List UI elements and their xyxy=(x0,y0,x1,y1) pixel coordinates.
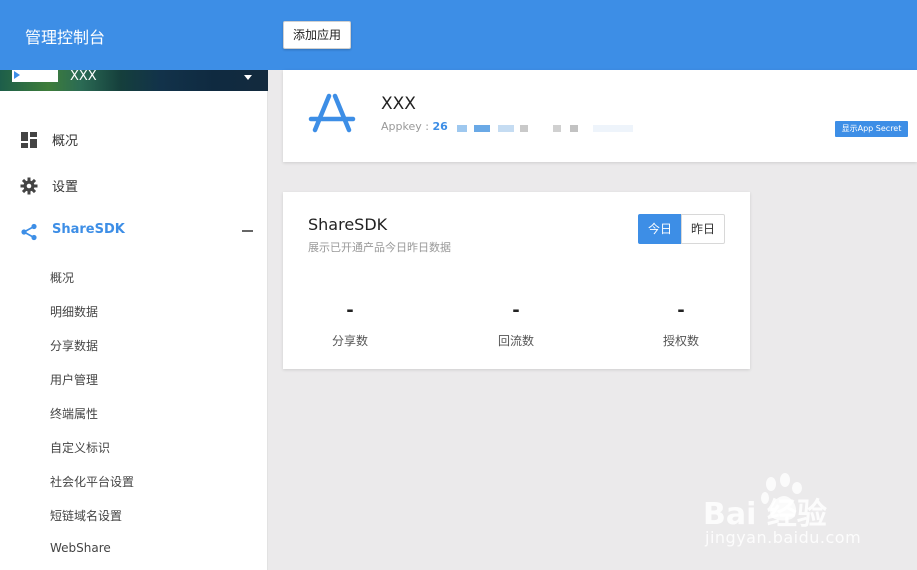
redacted-block xyxy=(498,125,514,132)
show-app-secret-button[interactable]: 显示App Secret xyxy=(835,121,908,137)
sidebar-subitem-user-management[interactable]: 用户管理 xyxy=(50,371,98,388)
sidebar-item-label: ShareSDK xyxy=(52,222,125,237)
collapse-icon[interactable] xyxy=(242,230,253,232)
user-banner[interactable]: XXX xyxy=(0,70,268,91)
sidebar-item-label: 概况 xyxy=(52,134,79,149)
redacted-block xyxy=(474,125,490,132)
auth-count-value: - xyxy=(677,300,685,321)
share-count-label: 分享数 xyxy=(331,334,368,348)
redacted-block xyxy=(457,125,467,132)
redacted-block xyxy=(553,125,561,132)
sidebar-subitem-social-platform-settings[interactable]: 社会化平台设置 xyxy=(50,473,134,490)
sidebar-subitem-webshare[interactable]: WebShare xyxy=(50,541,111,555)
backflow-count-label: 回流数 xyxy=(497,334,534,348)
sidebar-subitem-custom-tags[interactable]: 自定义标识 xyxy=(50,439,110,456)
watermark-sub: jingyan.baidu.com xyxy=(705,528,862,547)
app-store-icon xyxy=(308,93,356,133)
watermark-main: Bai 经验 xyxy=(703,497,827,532)
add-app-button[interactable]: 添加应用 xyxy=(283,21,351,49)
app-name: XXX xyxy=(381,94,416,114)
chevron-down-icon[interactable] xyxy=(244,75,252,80)
sidebar-subitem-details[interactable]: 明细数据 xyxy=(50,303,98,320)
top-bar: 管理控制台 添加应用 xyxy=(0,0,917,70)
sidebar: XXX 概况 设置 ShareSDK 概况 明细数据 分享数据 用户管理 终端属… xyxy=(0,70,268,570)
stats-subtitle: 展示已开通产品今日昨日数据 xyxy=(308,241,451,254)
sidebar-subitem-short-link-domain[interactable]: 短链域名设置 xyxy=(50,507,122,524)
sidebar-subitem-device-attributes[interactable]: 终端属性 xyxy=(50,405,98,422)
sidebar-item-settings[interactable]: 设置 xyxy=(0,170,268,200)
share-count-value: - xyxy=(346,300,354,321)
redacted-block xyxy=(593,125,633,132)
gear-icon xyxy=(20,177,38,195)
redacted-block xyxy=(570,125,578,132)
tab-yesterday[interactable]: 昨日 xyxy=(681,214,725,244)
sidebar-item-overview[interactable]: 概况 xyxy=(0,124,268,154)
share-icon xyxy=(21,223,37,241)
avatar xyxy=(12,70,58,82)
appkey-label: Appkey : 26 xyxy=(381,120,448,133)
tab-today[interactable]: 今日 xyxy=(638,214,682,244)
stats-title: ShareSDK xyxy=(308,215,388,234)
sidebar-item-label: 设置 xyxy=(52,180,79,195)
appkey-value: 26 xyxy=(432,120,448,133)
sidebar-item-sharesdk[interactable]: ShareSDK xyxy=(0,216,268,246)
dashboard-icon xyxy=(21,132,37,148)
appkey-prefix: Appkey : xyxy=(381,120,433,133)
sidebar-subitem-overview[interactable]: 概况 xyxy=(50,269,74,286)
console-title: 管理控制台 xyxy=(25,28,106,47)
app-card: XXX Appkey : 26 显示App Secret xyxy=(283,70,917,162)
sidebar-subitem-share-data[interactable]: 分享数据 xyxy=(50,337,98,354)
user-name: XXX xyxy=(70,70,97,84)
auth-count-label: 授权数 xyxy=(662,334,699,348)
sharesdk-stats-card: ShareSDK 展示已开通产品今日昨日数据 今日 昨日 - 分享数 - 回流数… xyxy=(283,192,750,369)
redacted-block xyxy=(520,125,528,132)
backflow-count-value: - xyxy=(512,300,520,321)
